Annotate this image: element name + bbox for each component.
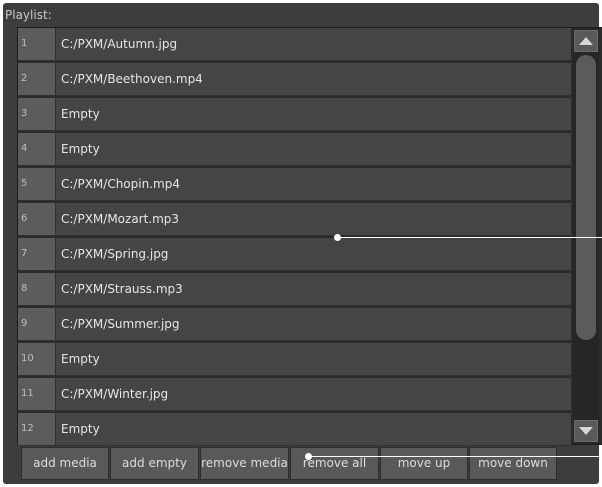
list-item[interactable]: 1 C:/PXM/Autumn.jpg xyxy=(18,28,571,61)
row-index: 1 xyxy=(18,28,56,60)
row-index: 4 xyxy=(18,133,56,165)
row-label: Empty xyxy=(61,107,100,121)
list-item[interactable]: 4 Empty xyxy=(18,133,571,166)
annotation-dot-buttons xyxy=(305,453,312,460)
row-label: C:/PXM/Spring.jpg xyxy=(61,247,169,261)
row-index: 2 xyxy=(18,63,56,95)
row-label: C:/PXM/Chopin.mp4 xyxy=(61,177,180,191)
annotation-dot-list xyxy=(334,234,341,241)
list-item[interactable]: 11 C:/PXM/Winter.jpg xyxy=(18,378,571,411)
panel-title: Playlist: xyxy=(5,8,52,22)
playlist-list[interactable]: 1 C:/PXM/Autumn.jpg 2 C:/PXM/Beethoven.mp4 3… xyxy=(17,27,602,446)
row-index: 3 xyxy=(18,98,56,130)
row-index: 6 xyxy=(18,203,56,235)
row-index: 8 xyxy=(18,273,56,305)
row-label: Empty xyxy=(61,422,100,436)
list-item[interactable]: 10 Empty xyxy=(18,343,571,376)
remove-media-button[interactable]: remove media xyxy=(200,447,289,480)
scroll-up-button[interactable] xyxy=(574,30,598,52)
row-label: C:/PXM/Mozart.mp3 xyxy=(61,212,180,226)
list-item[interactable]: 6 C:/PXM/Mozart.mp3 xyxy=(18,203,571,236)
scroll-down-button[interactable] xyxy=(574,420,598,442)
scroll-thumb[interactable] xyxy=(576,55,596,340)
triangle-up-icon xyxy=(579,37,593,45)
list-item[interactable]: 12 Empty xyxy=(18,413,571,446)
row-label: Empty xyxy=(61,352,100,366)
playlist-panel: Playlist: 1 C:/PXM/Autumn.jpg 2 C:/PXM/Beet… xyxy=(3,3,602,484)
list-item[interactable]: 7 C:/PXM/Spring.jpg xyxy=(18,238,571,271)
add-media-button[interactable]: add media xyxy=(21,447,109,480)
row-index: 5 xyxy=(18,168,56,200)
row-index: 10 xyxy=(18,343,56,375)
row-index: 7 xyxy=(18,238,56,270)
row-index: 12 xyxy=(18,413,56,445)
list-item[interactable]: 3 Empty xyxy=(18,98,571,131)
row-label: C:/PXM/Winter.jpg xyxy=(61,387,169,401)
row-label: C:/PXM/Autumn.jpg xyxy=(61,37,178,51)
row-label: C:/PXM/Strauss.mp3 xyxy=(61,282,183,296)
row-label: Empty xyxy=(61,142,100,156)
list-item[interactable]: 5 C:/PXM/Chopin.mp4 xyxy=(18,168,571,201)
list-item[interactable]: 8 C:/PXM/Strauss.mp3 xyxy=(18,273,571,306)
list-item[interactable]: 9 C:/PXM/Summer.jpg xyxy=(18,308,571,341)
row-label: C:/PXM/Beethoven.mp4 xyxy=(61,72,203,86)
row-index: 9 xyxy=(18,308,56,340)
list-item[interactable]: 2 C:/PXM/Beethoven.mp4 xyxy=(18,63,571,96)
row-index: 11 xyxy=(18,378,56,410)
move-down-button[interactable]: move down xyxy=(469,447,557,480)
add-empty-button[interactable]: add empty xyxy=(110,447,199,480)
annotation-line-buttons xyxy=(309,456,602,457)
triangle-down-icon xyxy=(579,427,593,435)
vertical-scrollbar[interactable] xyxy=(573,28,599,444)
annotation-line-list xyxy=(338,237,602,238)
row-label: C:/PXM/Summer.jpg xyxy=(61,317,180,331)
move-up-button[interactable]: move up xyxy=(380,447,468,480)
remove-all-button[interactable]: remove all xyxy=(290,447,379,480)
